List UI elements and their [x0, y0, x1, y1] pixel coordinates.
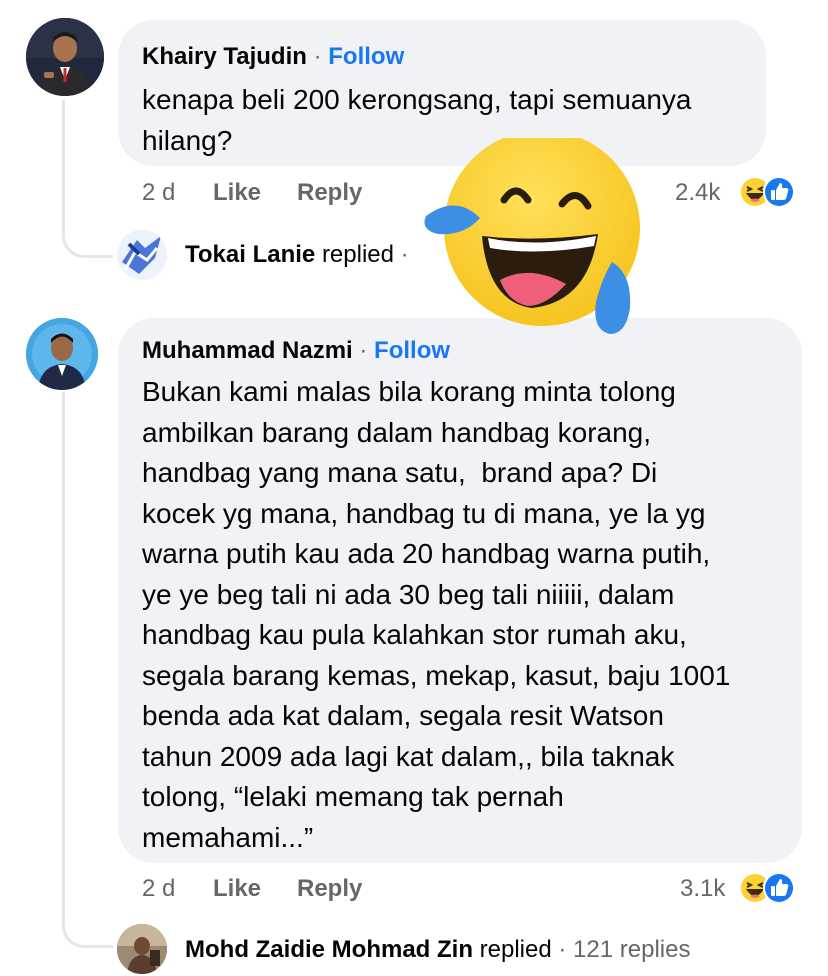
comment-line: ambilkan barang dalam handbag korang, — [142, 416, 652, 448]
comment-line: handbag kau pula kalahkan stor rumah aku… — [142, 619, 687, 650]
comment-line: benda ada kat dalam, segala resit Watson — [142, 700, 664, 731]
reply-action: replied — [479, 936, 552, 963]
reply-avatar[interactable] — [117, 924, 167, 974]
separator-dot: · — [313, 43, 322, 70]
reply-action: replied — [321, 241, 394, 268]
reaction-count[interactable]: 3.1k — [680, 875, 725, 903]
reply-preview[interactable]: Tokai Lanie replied · — [185, 241, 409, 269]
separator-dot: · — [359, 337, 368, 364]
laughing-tears-emoji — [424, 138, 640, 334]
comment-timestamp[interactable]: 2 d — [142, 875, 175, 903]
reply-button[interactable]: Reply — [297, 179, 362, 207]
separator-dot: · — [558, 936, 567, 963]
thread-connector — [62, 225, 113, 258]
comment-line: handbag yang mana satu, brand apa? Di — [142, 457, 658, 488]
reaction-count[interactable]: 2.4k — [675, 179, 720, 207]
comment-line: memahami...” — [142, 821, 314, 853]
author-name[interactable]: Muhammad Nazmi — [142, 337, 353, 364]
comment-author-line: Khairy Tajudin · Follow — [142, 43, 404, 71]
reply-author[interactable]: Mohd Zaidie Mohmad Zin — [185, 936, 473, 963]
comment-line: ye ye beg tali ni ada 30 beg tali niiiii… — [142, 578, 675, 610]
avatar[interactable] — [26, 318, 98, 390]
comment-line: tolong, “lelaki memang tak pernah — [142, 781, 564, 812]
reply-avatar[interactable] — [117, 230, 167, 280]
reply-preview[interactable]: Mohd Zaidie Mohmad Zin replied · 121 rep… — [185, 936, 690, 964]
comment-line: segala barang kemas, mekap, kasut, baju … — [142, 659, 731, 691]
follow-button[interactable]: Follow — [328, 43, 404, 70]
follow-button[interactable]: Follow — [374, 337, 450, 364]
comment-line: tahun 2009 ada lagi kat dalam,, bila tak… — [142, 740, 675, 772]
comment-line: warna putih kau ada 20 handbag warna put… — [142, 538, 711, 569]
separator-dot: · — [400, 241, 409, 268]
thread-line — [62, 392, 65, 922]
thread-line — [62, 100, 65, 230]
comment-line: kocek yg mana, handbag tu di mana, ye la… — [142, 497, 706, 529]
avatar[interactable] — [26, 18, 104, 96]
like-icon — [763, 872, 795, 904]
like-button[interactable]: Like — [213, 875, 261, 903]
comment-line: Bukan kami malas bila korang minta tolon… — [142, 376, 676, 407]
thread-connector — [62, 915, 113, 948]
comment-timestamp[interactable]: 2 d — [142, 179, 175, 207]
comment-line: kenapa beli 200 kerongsang, tapi semuany… — [142, 84, 692, 115]
replies-count[interactable]: 121 replies — [573, 936, 690, 963]
reply-author[interactable]: Tokai Lanie — [185, 241, 315, 268]
comment-author-line: Muhammad Nazmi · Follow — [142, 337, 450, 365]
author-name[interactable]: Khairy Tajudin — [142, 43, 307, 70]
like-button[interactable]: Like — [213, 179, 261, 207]
comment-text: Bukan kami malas bila korang minta tolon… — [142, 372, 730, 858]
reply-button[interactable]: Reply — [297, 875, 362, 903]
like-icon — [763, 176, 795, 208]
